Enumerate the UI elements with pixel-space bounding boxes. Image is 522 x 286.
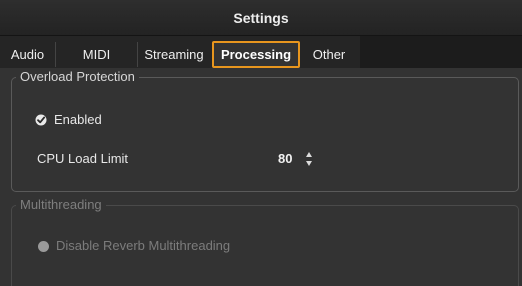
title-bar: Settings bbox=[0, 0, 522, 36]
disable-reverb-multithreading-label[interactable]: Disable Reverb Multithreading bbox=[56, 238, 230, 253]
cpu-load-limit-value[interactable]: 80 bbox=[278, 151, 292, 166]
cpu-load-limit-label: CPU Load Limit bbox=[37, 151, 129, 166]
stepper-down-icon[interactable] bbox=[306, 161, 312, 166]
tab-streaming[interactable]: Streaming bbox=[138, 42, 210, 67]
cpu-load-limit-stepper-icon[interactable] bbox=[304, 152, 314, 166]
overload-protection-legend: Overload Protection bbox=[16, 69, 139, 84]
multithreading-group: Multithreading Disable Reverb Multithrea… bbox=[11, 197, 519, 286]
tab-processing[interactable]: Processing bbox=[212, 41, 300, 68]
multithreading-legend: Multithreading bbox=[16, 197, 106, 212]
overload-protection-group: Overload Protection Enabled CPU Load Lim… bbox=[11, 69, 519, 192]
enabled-label[interactable]: Enabled bbox=[54, 112, 102, 127]
stepper-up-icon[interactable] bbox=[306, 152, 312, 157]
window-title: Settings bbox=[233, 9, 289, 26]
disable-reverb-radio-icon[interactable] bbox=[38, 241, 49, 252]
enabled-checkbox-icon[interactable] bbox=[35, 114, 47, 126]
tab-audio[interactable]: Audio bbox=[0, 42, 56, 67]
tab-midi[interactable]: MIDI bbox=[56, 42, 138, 67]
settings-window: Settings Audio MIDI Streaming Processing… bbox=[0, 0, 522, 286]
tab-bar: Audio MIDI Streaming Processing Other bbox=[0, 36, 522, 68]
tab-other[interactable]: Other bbox=[300, 42, 358, 67]
tab-bar-empty-area bbox=[360, 36, 522, 68]
